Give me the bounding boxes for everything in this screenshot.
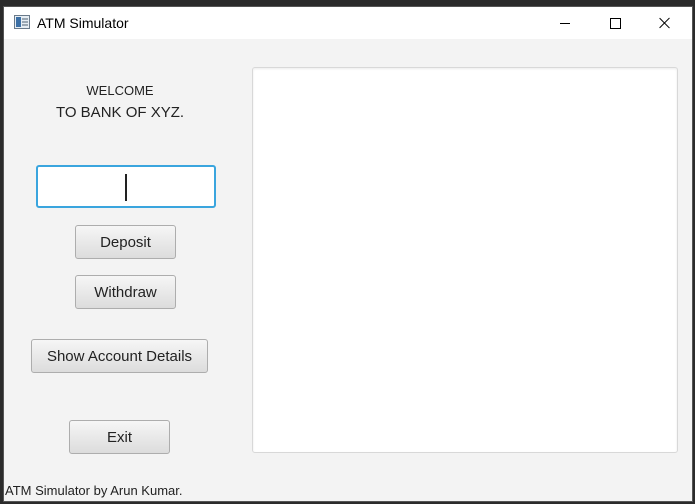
withdraw-button[interactable]: Withdraw: [75, 275, 176, 309]
maximize-icon: [609, 17, 621, 29]
minimize-button[interactable]: [542, 7, 588, 39]
exit-button[interactable]: Exit: [69, 420, 170, 454]
atm-window: ATM Simulator WELCOME TO BANK OF XYZ. De…: [3, 6, 693, 502]
output-text-area[interactable]: [252, 67, 678, 453]
footer-credit: ATM Simulator by Arun Kumar.: [5, 483, 183, 498]
title-bar[interactable]: ATM Simulator: [4, 7, 692, 39]
welcome-heading: WELCOME: [86, 83, 154, 98]
close-button[interactable]: [642, 7, 688, 39]
show-account-details-button[interactable]: Show Account Details: [31, 339, 208, 373]
close-icon: [659, 17, 671, 29]
bank-name-heading: TO BANK OF XYZ.: [55, 104, 185, 121]
window-title: ATM Simulator: [37, 15, 129, 31]
minimize-icon: [560, 22, 570, 24]
app-icon: [14, 15, 30, 29]
text-caret: [125, 174, 127, 201]
deposit-button[interactable]: Deposit: [75, 225, 176, 259]
maximize-button[interactable]: [592, 7, 638, 39]
